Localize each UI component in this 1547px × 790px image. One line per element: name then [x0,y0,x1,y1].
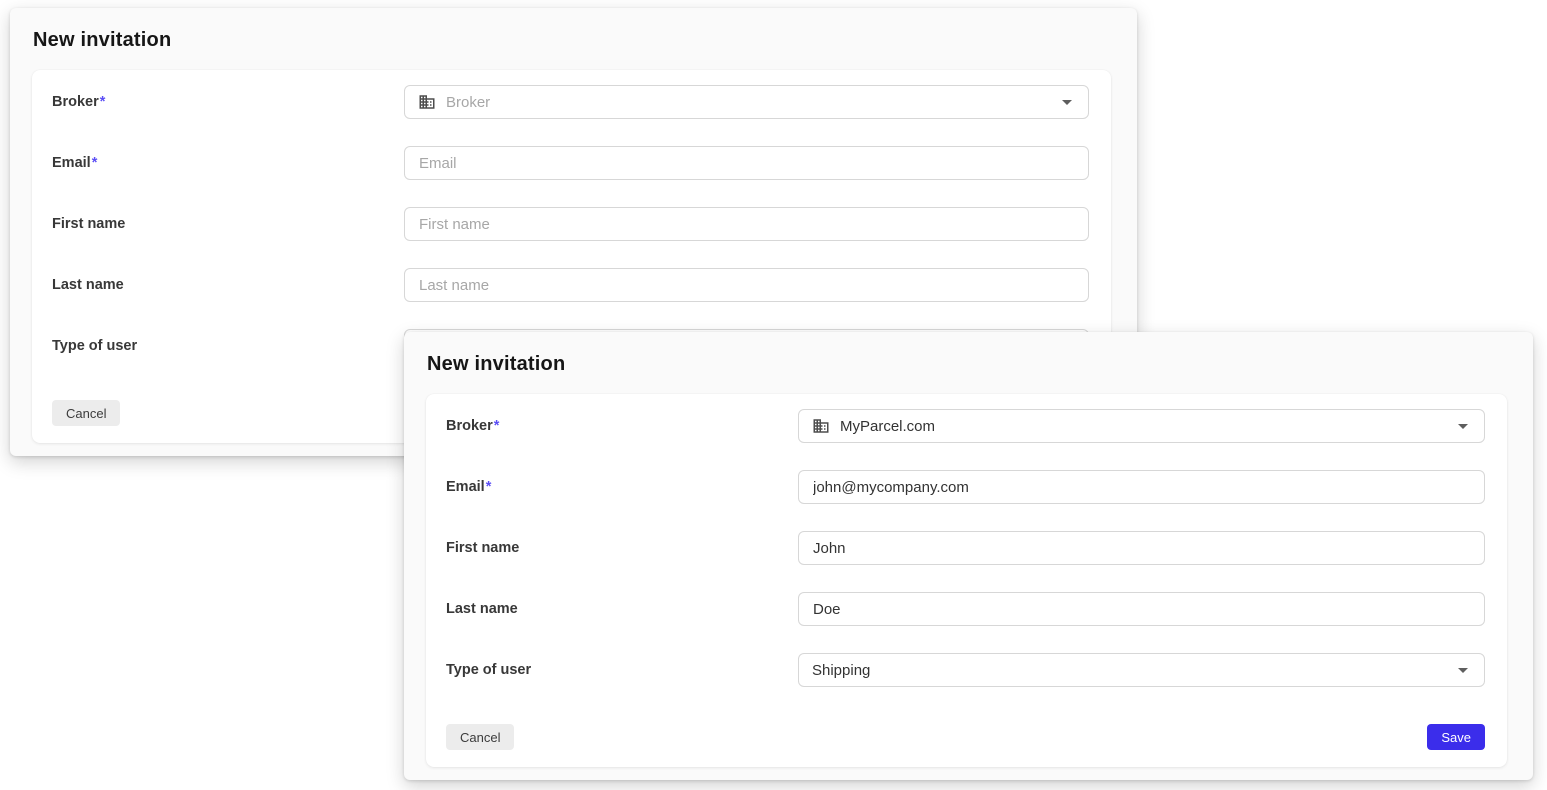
form-row-first-name: First name [52,207,1089,241]
field-label: Broker* [52,94,404,110]
first-name-input[interactable] [404,207,1089,241]
field-label: Last name [446,601,798,617]
type-of-user-select[interactable]: Shipping [798,653,1485,687]
form-row-last-name: Last name [52,268,1089,302]
required-asterisk: * [92,155,98,171]
form-row-email: Email* [52,146,1089,180]
form-row-last-name: Last name [446,592,1485,626]
save-button[interactable]: Save [1427,724,1485,750]
field-label-text: Type of user [446,662,531,678]
broker-select[interactable]: Broker [404,85,1089,119]
caret-down-icon [1458,424,1468,429]
field-label-text: Type of user [52,338,137,354]
type-of-user-select-value: Shipping [812,662,870,679]
new-invitation-dialog-front: New invitation Broker* MyParcel.com Emai… [404,332,1533,780]
field-label: Type of user [52,338,404,354]
broker-select[interactable]: MyParcel.com [798,409,1485,443]
page-background: New invitation Broker* Broker Email* [0,0,1547,790]
field-label: First name [446,540,798,556]
last-name-input[interactable] [798,592,1485,626]
first-name-input[interactable] [798,531,1485,565]
required-asterisk: * [100,94,106,110]
field-label: Type of user [446,662,798,678]
field-label-text: Email [446,479,485,495]
field-label: First name [52,216,404,232]
building-icon [812,417,830,435]
email-input[interactable] [404,146,1089,180]
field-label-text: Email [52,155,91,171]
field-label: Email* [446,479,798,495]
form-row-email: Email* [446,470,1485,504]
field-label-text: Broker [446,418,493,434]
dialog-title: New invitation [33,29,171,52]
cancel-button[interactable]: Cancel [52,400,120,426]
form-row-type-of-user: Type of user Shipping [446,653,1485,687]
caret-down-icon [1062,100,1072,105]
field-label-text: Last name [52,277,124,293]
form-row-broker: Broker* Broker [52,85,1089,119]
field-label-text: Last name [446,601,518,617]
cancel-button[interactable]: Cancel [446,724,514,750]
broker-select-value: MyParcel.com [840,418,935,435]
broker-select-placeholder: Broker [446,94,490,111]
building-icon [418,93,436,111]
field-label-text: First name [52,216,125,232]
required-asterisk: * [486,479,492,495]
field-label-text: Broker [52,94,99,110]
last-name-input[interactable] [404,268,1089,302]
form-card: Broker* MyParcel.com Email* Fir [426,394,1507,767]
dialog-title: New invitation [427,353,565,376]
email-input[interactable] [798,470,1485,504]
field-label-text: First name [446,540,519,556]
caret-down-icon [1458,668,1468,673]
dialog-buttons: Cancel Save [446,724,1485,750]
form-row-broker: Broker* MyParcel.com [446,409,1485,443]
required-asterisk: * [494,418,500,434]
field-label: Broker* [446,418,798,434]
form-row-first-name: First name [446,531,1485,565]
field-label: Email* [52,155,404,171]
field-label: Last name [52,277,404,293]
